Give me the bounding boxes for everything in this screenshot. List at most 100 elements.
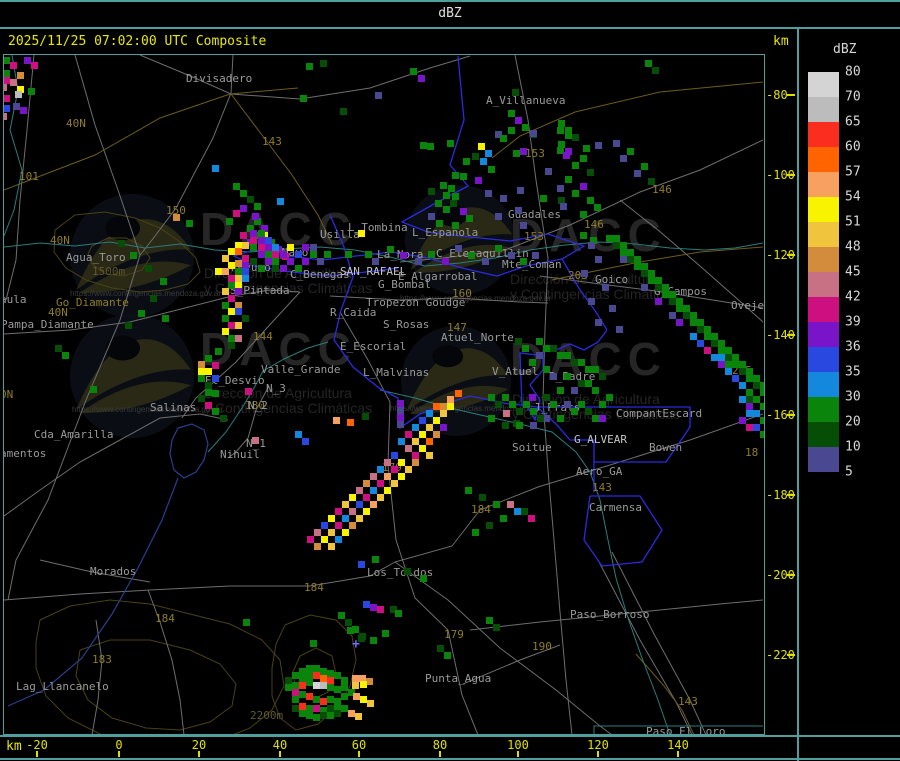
echo-cell (314, 543, 321, 550)
echo-cell (377, 606, 384, 613)
echo-cell (495, 213, 502, 220)
legend-swatch-45 (808, 272, 839, 297)
echo-cell (287, 244, 294, 251)
echo-cell (563, 152, 570, 159)
echo-cell (320, 698, 327, 705)
echo-cell (739, 368, 746, 375)
echo-cell (287, 258, 294, 265)
x-axis-tick (439, 751, 441, 757)
echo-cell (606, 394, 613, 401)
echo-cell (292, 689, 299, 696)
echo-cell (285, 677, 292, 684)
echo-cell (233, 183, 240, 190)
echo-cell (310, 244, 317, 251)
echo-cell (530, 408, 537, 415)
echo-cell (222, 255, 229, 262)
echo-cell (55, 345, 62, 352)
echo-cell (313, 705, 320, 712)
echo-cell (433, 403, 440, 410)
map-viewport[interactable]: DACC Dirección de Agricultura y Contingen… (3, 54, 765, 735)
echo-cell (620, 249, 627, 256)
legend-value: 36 (845, 339, 861, 355)
x-axis-tick (118, 751, 120, 757)
echo-cell (578, 359, 585, 366)
echo-cell (540, 195, 547, 202)
echo-cell (725, 361, 732, 368)
echo-cell (235, 248, 242, 255)
echo-cell (228, 342, 235, 349)
echo-cell (530, 130, 537, 137)
x-axis-tick (279, 751, 281, 757)
echo-cell (235, 260, 242, 267)
echo-cell (205, 402, 212, 409)
echo-cell (428, 213, 435, 220)
echo-cell (162, 315, 169, 322)
echo-cell (242, 275, 249, 282)
timestamp-label: 2025/11/25 07:02:00 UTC Composite (8, 34, 267, 49)
echo-cell (306, 672, 313, 679)
echo-cell (599, 373, 606, 380)
echo-cell (347, 419, 354, 426)
echo-cell (4, 57, 10, 64)
echo-cell (545, 168, 552, 175)
echo-cell (228, 308, 235, 315)
echo-cell (508, 110, 515, 117)
echo-cell (435, 200, 442, 207)
echo-cell (324, 251, 331, 258)
echo-layer (4, 55, 764, 734)
echo-cell (349, 508, 356, 515)
echo-cell (599, 415, 606, 422)
echo-cell (302, 438, 309, 445)
echo-cell (620, 242, 627, 249)
x-axis-label: 100 (507, 738, 529, 752)
echo-cell (662, 284, 669, 291)
echo-cell (235, 275, 242, 282)
echo-cell (557, 127, 564, 134)
x-axis-label: 20 (191, 738, 207, 752)
echo-cell (265, 251, 272, 258)
echo-cell (440, 410, 447, 417)
echo-cell (235, 335, 242, 342)
echo-cell (62, 352, 69, 359)
echo-cell (314, 529, 321, 536)
echo-cell (572, 134, 579, 141)
legend-swatch-54 (808, 197, 839, 222)
echo-cell (704, 333, 711, 340)
echo-cell (746, 396, 753, 403)
echo-cell (391, 480, 398, 487)
legend-value: 30 (845, 389, 861, 405)
echo-cell (355, 713, 362, 720)
echo-cell (557, 415, 564, 422)
echo-cell (395, 610, 402, 617)
echo-cell (320, 60, 327, 67)
x-axis-label: 140 (667, 738, 689, 752)
echo-cell (683, 312, 690, 319)
echo-cell (648, 270, 655, 277)
echo-cell (704, 347, 711, 354)
echo-cell (565, 176, 572, 183)
legend-swatch-20 (808, 422, 839, 447)
echo-cell (521, 508, 528, 515)
echo-cell (320, 712, 327, 719)
echo-cell (212, 375, 219, 382)
echo-cell (342, 529, 349, 536)
echo-cell (520, 222, 527, 229)
echo-cell (697, 326, 704, 333)
echo-cell (10, 62, 17, 69)
echo-cell (205, 389, 212, 396)
echo-cell (557, 387, 564, 394)
echo-cell (529, 359, 536, 366)
echo-cell (594, 204, 601, 211)
legend-swatch-51 (808, 222, 839, 247)
legend-value: 60 (845, 139, 861, 155)
echo-cell (252, 437, 259, 444)
echo-cell (613, 140, 620, 147)
x-axis-tick (358, 751, 360, 757)
echo-cell (317, 258, 324, 265)
echo-cell (443, 192, 450, 199)
echo-cell (250, 244, 257, 251)
echo-cell (488, 415, 495, 422)
echo-cell (222, 328, 229, 335)
echo-cell (240, 232, 247, 239)
echo-cell (382, 630, 389, 637)
